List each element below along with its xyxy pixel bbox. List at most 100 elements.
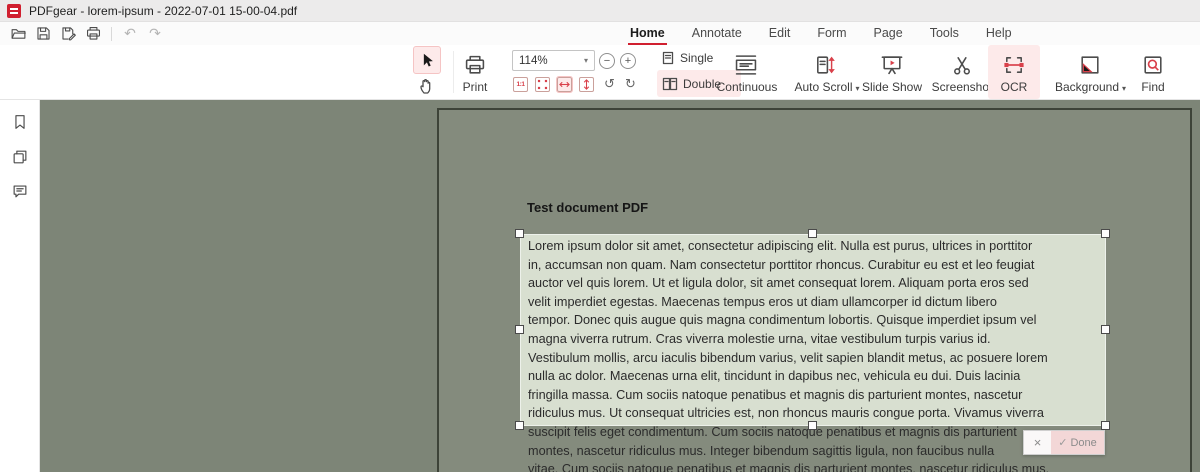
- menu-bar: ↶ ↷ Home Annotate Edit Form Page Tools H…: [0, 22, 1200, 45]
- selection-handle-top-middle[interactable]: [808, 229, 817, 238]
- bookmarks-panel-button[interactable]: [11, 113, 29, 131]
- rotate-left-icon: ↺: [604, 77, 615, 92]
- fit-page-button[interactable]: [534, 76, 551, 93]
- find-button[interactable]: [1141, 53, 1165, 77]
- document-text-line: nulla ac dolor. Maecenas urna elit, tinc…: [528, 369, 1021, 384]
- document-text-line: in, accumsan non quam. Nam consectetur p…: [528, 257, 1035, 272]
- fit-width-button[interactable]: [556, 76, 573, 93]
- ocr-icon: [1002, 53, 1026, 77]
- window-title: PDFgear - lorem-ipsum - 2022-07-01 15-00…: [29, 3, 298, 18]
- pdf-page[interactable]: Test document PDF Lorem ipsum dolor sit …: [437, 108, 1192, 472]
- selection-handle-top-right[interactable]: [1101, 229, 1110, 238]
- hand-icon: [417, 76, 437, 96]
- continuous-view-label[interactable]: Continuous: [707, 80, 787, 95]
- tab-annotate[interactable]: Annotate: [690, 22, 744, 45]
- actual-size-button[interactable]: 1:1: [512, 76, 529, 93]
- open-button[interactable]: [8, 24, 28, 44]
- selection-handle-top-left[interactable]: [515, 229, 524, 238]
- tab-page[interactable]: Page: [872, 22, 905, 45]
- toolbar-divider: [111, 26, 112, 41]
- cancel-selection-button[interactable]: ×: [1024, 431, 1051, 454]
- close-icon: ×: [1033, 435, 1042, 450]
- pages-icon: [11, 148, 29, 166]
- single-view-label: Single: [680, 51, 714, 65]
- tab-tools[interactable]: Tools: [928, 22, 961, 45]
- double-page-icon: [662, 77, 678, 91]
- checkmark-icon: ✓: [1058, 436, 1068, 449]
- ribbon: Print 114% ▾ − + 1:1 ↺ ↻ Single Double C…: [0, 45, 1200, 100]
- selection-handle-middle-left[interactable]: [515, 325, 524, 334]
- ocr-label: OCR: [1000, 80, 1028, 94]
- background-label[interactable]: Background ▾: [1048, 80, 1133, 95]
- fit-height-button[interactable]: [578, 76, 595, 93]
- document-text-line: Lorem ipsum dolor sit amet, consectetur …: [528, 239, 1033, 253]
- tab-edit[interactable]: Edit: [767, 22, 793, 45]
- hand-tool-button[interactable]: [417, 76, 437, 96]
- document-text-line: Vestibulum mollis, arcu iaculis bibendum…: [528, 350, 1048, 365]
- tab-home[interactable]: Home: [628, 22, 667, 45]
- document-canvas[interactable]: Test document PDF Lorem ipsum dolor sit …: [40, 100, 1200, 472]
- ocr-confirm-popup: × ✓ Done: [1023, 430, 1105, 455]
- pages-panel-button[interactable]: [11, 148, 29, 166]
- content-area: Test document PDF Lorem ipsum dolor sit …: [0, 100, 1200, 472]
- print-button[interactable]: [463, 53, 487, 77]
- auto-scroll-button[interactable]: [813, 53, 837, 77]
- chevron-down-icon: ▾: [1122, 84, 1127, 93]
- tab-form[interactable]: Form: [815, 22, 848, 45]
- title-bar: PDFgear - lorem-ipsum - 2022-07-01 15-00…: [0, 0, 1200, 22]
- cursor-arrow-icon: [418, 51, 436, 69]
- quick-access-toolbar: ↶ ↷: [8, 22, 165, 45]
- rotate-left-button[interactable]: ↺: [601, 76, 618, 93]
- actual-size-icon: 1:1: [513, 77, 528, 92]
- fit-page-icon: [535, 77, 550, 92]
- slide-show-label[interactable]: Slide Show: [857, 80, 927, 95]
- pdfgear-logo-icon: [7, 3, 21, 18]
- document-text-line: magna viverra rutrum. Cras viverra moles…: [528, 331, 991, 346]
- document-text-line: ridiculus mus. Ut consequat ultricies es…: [528, 406, 1044, 421]
- document-text-line: auctor vel quis lorem. Ut et ligula dolo…: [528, 276, 1029, 291]
- ocr-button[interactable]: OCR: [988, 45, 1040, 99]
- plus-icon: +: [624, 54, 632, 67]
- screenshot-label[interactable]: Screenshot: [927, 80, 997, 95]
- undo-button[interactable]: ↶: [120, 24, 140, 44]
- continuous-view-button[interactable]: [733, 53, 761, 77]
- done-label: Done: [1070, 436, 1097, 449]
- done-button[interactable]: ✓ Done: [1051, 431, 1104, 454]
- single-page-icon: [661, 51, 675, 65]
- selection-handle-bottom-middle[interactable]: [808, 421, 817, 430]
- selection-handle-bottom-left[interactable]: [515, 421, 524, 430]
- single-view-button[interactable]: Single: [661, 49, 713, 67]
- screenshot-button[interactable]: [950, 53, 974, 77]
- select-tool-button[interactable]: [413, 46, 441, 74]
- document-text-line: vitae. Cum sociis natoque penatibus et m…: [528, 462, 1050, 472]
- bookmark-icon: [11, 113, 29, 131]
- quick-print-button[interactable]: [83, 24, 103, 44]
- slide-show-button[interactable]: [880, 53, 904, 77]
- minus-icon: −: [603, 54, 611, 67]
- undo-icon: ↶: [124, 25, 136, 42]
- document-heading: Test document PDF: [527, 200, 649, 215]
- navigation-sidebar: [0, 100, 40, 472]
- comments-panel-button[interactable]: [11, 182, 29, 200]
- redo-icon: ↷: [149, 25, 161, 42]
- rotate-right-icon: ↻: [625, 77, 636, 92]
- redo-button[interactable]: ↷: [145, 24, 165, 44]
- save-button[interactable]: [33, 24, 53, 44]
- print-icon: [85, 25, 102, 42]
- zoom-in-button[interactable]: +: [620, 53, 636, 69]
- document-text-line: velit imperdiet egestas. Maecenas tempus…: [528, 294, 997, 309]
- find-label[interactable]: Find: [1128, 80, 1178, 95]
- tab-help[interactable]: Help: [984, 22, 1014, 45]
- zoom-level-value: 114%: [519, 54, 548, 67]
- selection-handle-middle-right[interactable]: [1101, 325, 1110, 334]
- background-button[interactable]: [1078, 53, 1102, 77]
- zoom-level-select[interactable]: 114% ▾: [512, 50, 595, 71]
- rotate-right-button[interactable]: ↻: [622, 76, 639, 93]
- save-as-button[interactable]: [58, 24, 78, 44]
- chevron-down-icon: ▾: [583, 56, 588, 65]
- document-text-line: tempor. Donec quis augue quis magna cond…: [528, 313, 1037, 328]
- save-as-icon: [60, 25, 77, 42]
- print-label[interactable]: Print: [455, 80, 495, 95]
- zoom-out-button[interactable]: −: [599, 53, 615, 69]
- selection-handle-bottom-right[interactable]: [1101, 421, 1110, 430]
